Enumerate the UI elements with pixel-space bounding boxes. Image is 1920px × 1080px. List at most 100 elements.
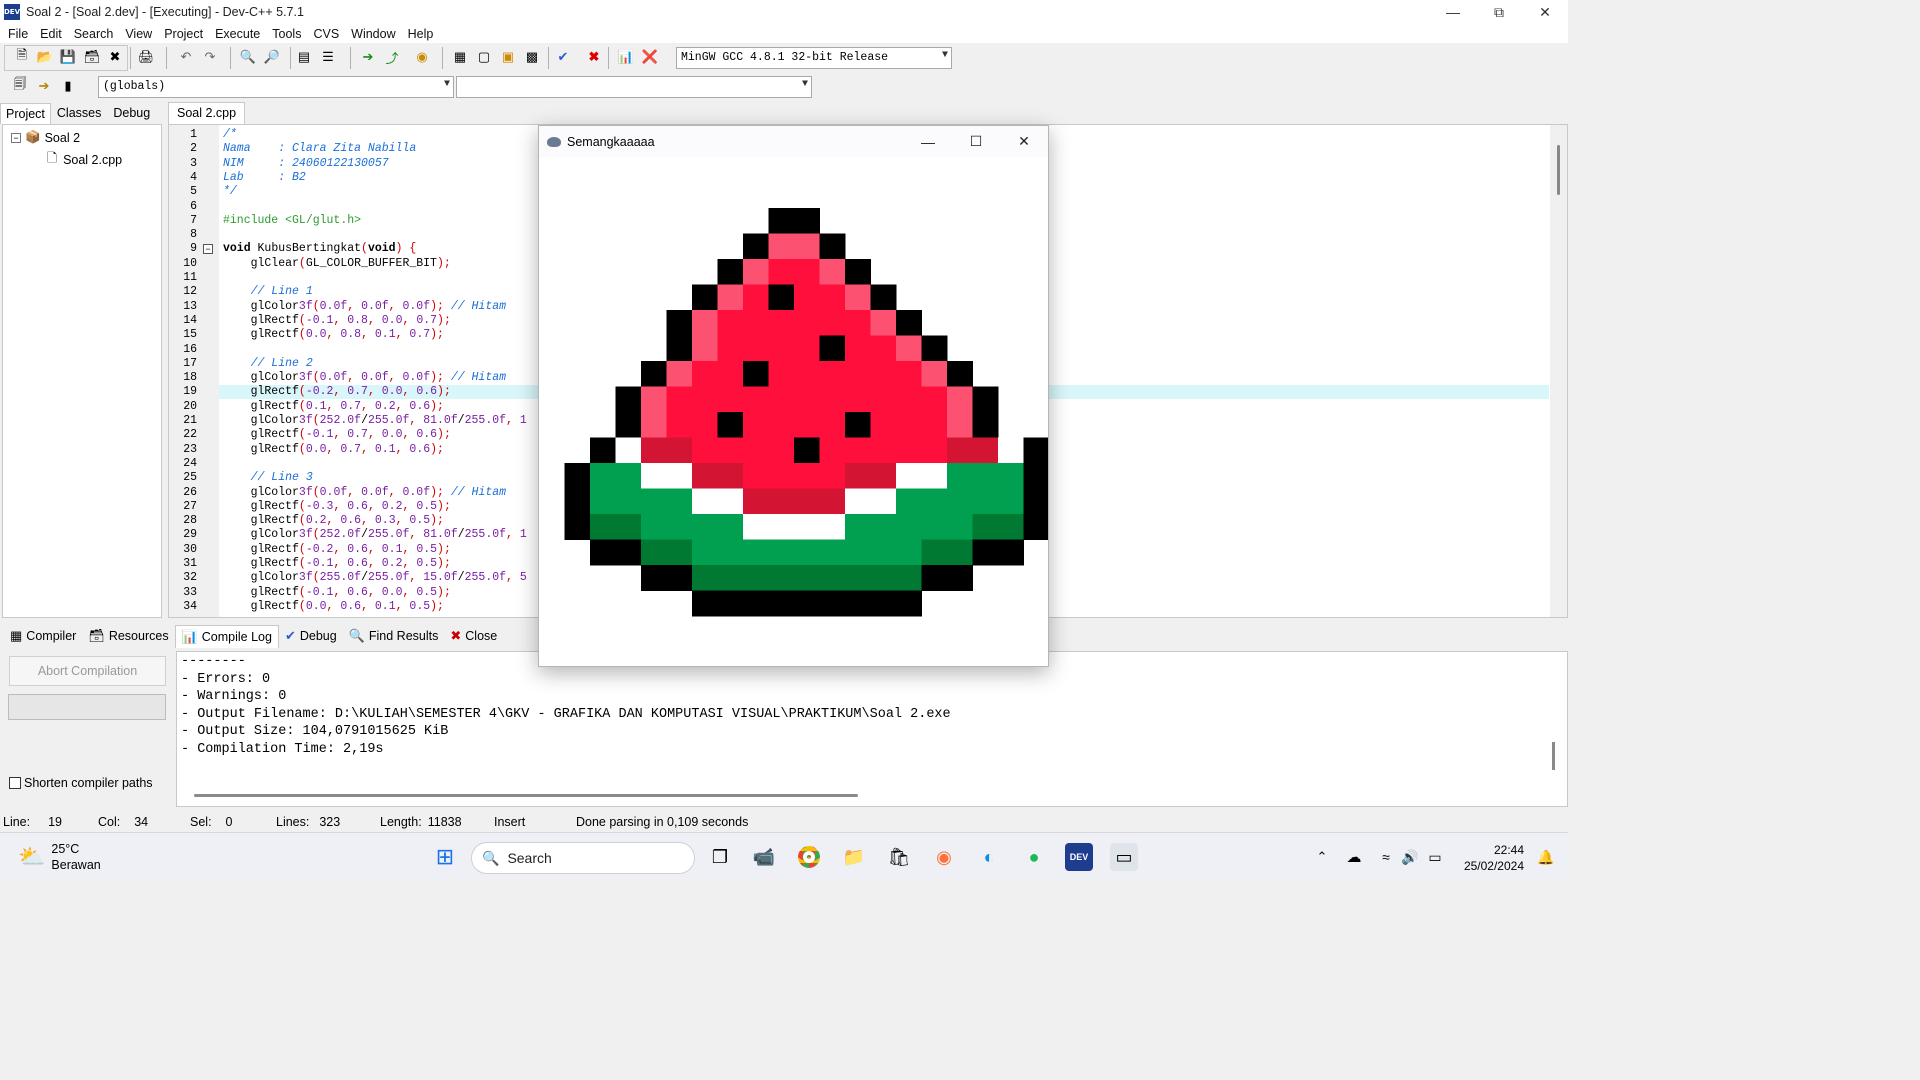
pixel-red [666, 386, 948, 413]
editor-tab-soal2[interactable]: Soal 2.cpp [168, 102, 246, 124]
gl-minimize-button[interactable]: — [904, 126, 952, 157]
file-explorer-icon[interactable]: 📁 [840, 843, 868, 871]
onedrive-icon[interactable]: ☁ [1340, 843, 1368, 871]
opengl-app-taskbar-icon[interactable]: ▭ [1110, 843, 1138, 871]
fold-icon[interactable]: − [203, 244, 213, 254]
menu-help[interactable]: Help [402, 27, 440, 41]
menu-project[interactable]: Project [158, 27, 209, 41]
menu-file[interactable]: File [2, 27, 34, 41]
opengl-window[interactable]: Semangkaaaaa — ☐ ✕ [538, 125, 1049, 667]
close-window-button[interactable]: ✕ [1522, 0, 1568, 24]
battery-icon[interactable]: ▭ [1421, 843, 1449, 871]
add-to-project-icon[interactable]: ➔ [358, 47, 378, 67]
edge-icon[interactable]: ◐ [975, 843, 1003, 871]
compile-icon[interactable]: ▦ [450, 47, 470, 67]
code-line: // Line 1 [223, 285, 313, 299]
teams-chat-icon[interactable]: 📹 [750, 843, 778, 871]
delete-profile-icon[interactable]: ❌ [640, 47, 660, 67]
rebuild-icon[interactable]: ▩ [522, 47, 542, 67]
stop-execution-icon[interactable]: ✖ [584, 47, 604, 67]
debug-check-icon[interactable]: ✔ [553, 47, 573, 67]
taskbar-search[interactable]: 🔍 Search [471, 842, 695, 874]
devcpp-taskbar-icon[interactable]: DEV [1065, 843, 1093, 871]
opengl-window-titlebar[interactable]: Semangkaaaaa — ☐ ✕ [539, 126, 1048, 157]
menu-view[interactable]: View [119, 27, 158, 41]
log-horizontal-scrollbar[interactable] [194, 794, 858, 797]
tab-debug-bottom[interactable]: ✔ Debug [279, 625, 343, 647]
checkbox-box[interactable] [9, 777, 21, 789]
compile-log[interactable]: -------- - Errors: 0 - Warnings: 0 - Out… [176, 651, 1568, 807]
save-icon[interactable]: 💾 [58, 47, 78, 67]
remove-from-project-icon[interactable]: ⤴ [382, 47, 402, 67]
scope-select[interactable]: (globals) ▼ [98, 76, 454, 98]
menu-tools[interactable]: Tools [266, 27, 307, 41]
tab-compiler[interactable]: ▦ Compiler [4, 625, 82, 647]
line-number: 24 [183, 456, 197, 470]
compiler-select[interactable]: MinGW GCC 4.8.1 32-bit Release ▼ [676, 47, 952, 69]
print-icon[interactable]: 🖨 [136, 47, 156, 67]
save-all-icon[interactable]: 🗃 [82, 47, 102, 67]
menu-cvs[interactable]: CVS [307, 27, 345, 41]
chrome-icon[interactable] [795, 843, 823, 871]
taskbar-clock[interactable]: 22:44 25/02/2024 [1464, 842, 1524, 874]
menu-execute[interactable]: Execute [209, 27, 266, 41]
close-file-icon[interactable]: ✖ [105, 47, 125, 67]
compile-run-icon[interactable]: ▣ [498, 47, 518, 67]
window-title: Soal 2 - [Soal 2.dev] - [Executing] - De… [26, 5, 304, 19]
chevron-up-icon[interactable]: ⌃ [1308, 843, 1336, 871]
weather-widget[interactable]: ⛅ 25°C Berawan [18, 841, 101, 873]
redo-icon[interactable]: ↷ [200, 47, 220, 67]
tab-project[interactable]: Project [0, 103, 51, 124]
windows-start-icon[interactable]: ⊞ [431, 843, 459, 871]
speaker-icon[interactable]: 🔊 [1396, 843, 1424, 871]
gl-close-button[interactable]: ✕ [1000, 126, 1048, 157]
tab-close[interactable]: ✖ Close [444, 625, 503, 647]
log-vertical-scrollbar[interactable] [1552, 742, 1555, 770]
editor-scrollbar[interactable] [1550, 125, 1567, 617]
pixel-red [819, 437, 948, 464]
project-options-icon[interactable]: ◉ [412, 47, 432, 67]
tab-resources[interactable]: 🗃 Resources [82, 625, 174, 647]
undo-icon[interactable]: ↶ [176, 47, 196, 67]
open-file-icon[interactable]: 📂 [35, 47, 55, 67]
scroll-thumb[interactable] [1557, 145, 1560, 195]
restore-button[interactable]: ⧉ [1476, 0, 1522, 24]
notification-bell-icon[interactable]: 🔔 [1532, 843, 1560, 871]
profile-chart-icon[interactable]: 📊 [616, 47, 636, 67]
gl-maximize-button[interactable]: ☐ [952, 126, 1000, 157]
collapse-icon[interactable]: − [11, 132, 21, 143]
tree-item-file[interactable]: 🗋 Soal 2.cpp [47, 149, 122, 170]
tab-classes[interactable]: Classes [51, 102, 107, 124]
firefox-icon[interactable]: ◉ [930, 843, 958, 871]
tab-find-results[interactable]: 🔍 Find Results [343, 625, 445, 647]
abort-compilation-button[interactable]: Abort Compilation [9, 656, 166, 686]
pixel-white [845, 488, 897, 515]
indent-icon[interactable]: ☰ [318, 47, 338, 67]
new-file-icon[interactable]: 🗎 [12, 47, 32, 67]
goto-bookmark-icon[interactable]: ▮ [58, 76, 78, 96]
tree-item-label: Soal 2.cpp [63, 152, 123, 167]
run-icon[interactable]: ▢ [474, 47, 494, 67]
insert-icon[interactable]: 🗐 [10, 76, 30, 96]
shorten-paths-checkbox[interactable]: Shorten compiler paths [9, 776, 153, 790]
spotify-icon[interactable]: ● [1020, 843, 1048, 871]
find-icon[interactable]: 🔍 [238, 47, 258, 67]
replace-icon[interactable]: 🔎 [262, 47, 282, 67]
tab-compile-log[interactable]: 📊 Compile Log [174, 624, 279, 648]
tree-item-project[interactable]: − 📦 Soal 2 [11, 130, 80, 145]
pixel-pink [870, 310, 897, 336]
tab-debug[interactable]: Debug [107, 102, 156, 124]
task-view-icon[interactable]: ❐ [706, 843, 734, 871]
goto-line-icon[interactable]: ▤ [294, 47, 314, 67]
menu-window[interactable]: Window [345, 27, 401, 41]
check-icon: ✔ [284, 628, 296, 643]
menu-edit[interactable]: Edit [34, 27, 68, 41]
function-select[interactable]: ▼ [456, 76, 812, 98]
microsoft-store-icon[interactable]: 🛍 [885, 843, 913, 871]
menu-search[interactable]: Search [68, 27, 120, 41]
pixel-black [870, 284, 897, 311]
minimize-button[interactable]: — [1430, 0, 1476, 24]
pixel-black [692, 590, 922, 617]
line-number: 5 [190, 185, 197, 199]
toggle-bookmark-icon[interactable]: ➔ [34, 76, 54, 96]
